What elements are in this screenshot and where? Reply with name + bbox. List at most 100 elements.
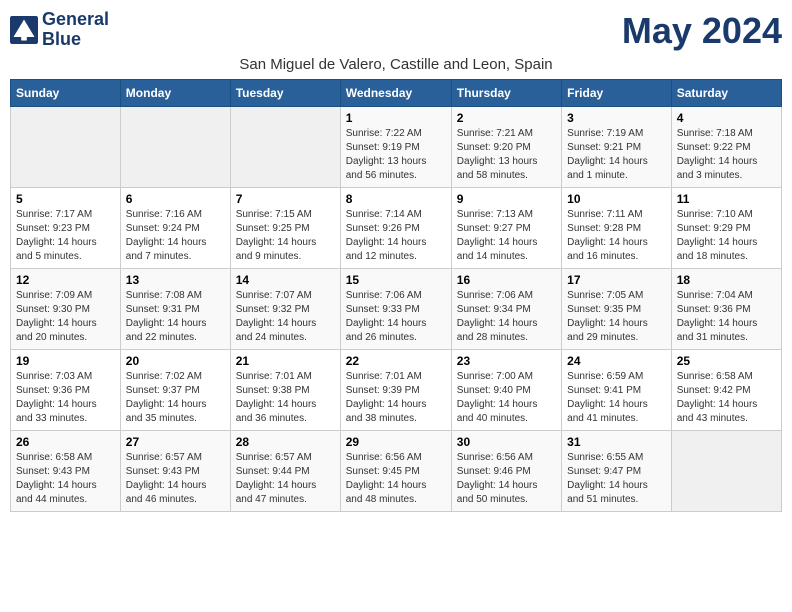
day-number: 27 (126, 435, 225, 449)
month-title: May 2024 (622, 10, 782, 52)
day-number: 25 (677, 354, 776, 368)
day-number: 4 (677, 111, 776, 125)
logo-text: General Blue (42, 10, 109, 50)
day-info: Sunrise: 7:09 AM Sunset: 9:30 PM Dayligh… (16, 289, 115, 345)
calendar-cell: 25 Sunrise: 6:58 AM Sunset: 9:42 PM Dayli… (671, 350, 781, 431)
day-number: 29 (346, 435, 446, 449)
calendar-cell: 11 Sunrise: 7:10 AM Sunset: 9:29 PM Dayli… (671, 188, 781, 269)
header-sunday: Sunday (11, 80, 121, 107)
calendar-cell: 23 Sunrise: 7:00 AM Sunset: 9:40 PM Dayli… (451, 350, 561, 431)
calendar-cell: 19 Sunrise: 7:03 AM Sunset: 9:36 PM Dayli… (11, 350, 121, 431)
day-info: Sunrise: 7:03 AM Sunset: 9:36 PM Dayligh… (16, 370, 115, 426)
day-number: 13 (126, 273, 225, 287)
day-info: Sunrise: 7:06 AM Sunset: 9:33 PM Dayligh… (346, 289, 446, 345)
day-number: 14 (236, 273, 335, 287)
calendar-cell: 17 Sunrise: 7:05 AM Sunset: 9:35 PM Dayli… (562, 269, 672, 350)
day-number: 30 (457, 435, 556, 449)
day-number: 7 (236, 192, 335, 206)
calendar-cell: 20 Sunrise: 7:02 AM Sunset: 9:37 PM Dayli… (120, 350, 230, 431)
day-number: 19 (16, 354, 115, 368)
day-number: 24 (567, 354, 666, 368)
calendar-week-row: 5 Sunrise: 7:17 AM Sunset: 9:23 PM Daylig… (11, 188, 782, 269)
calendar-cell: 28Sunrise: 6:57 AM Sunset: 9:44 PM Dayli… (230, 431, 340, 512)
day-number: 16 (457, 273, 556, 287)
day-number: 26 (16, 435, 115, 449)
calendar-week-row: 19 Sunrise: 7:03 AM Sunset: 9:36 PM Dayli… (11, 350, 782, 431)
calendar-cell: 7Sunrise: 7:15 AM Sunset: 9:25 PM Daylig… (230, 188, 340, 269)
day-info: Sunrise: 7:06 AM Sunset: 9:34 PM Dayligh… (457, 289, 556, 345)
day-info: Sunrise: 7:21 AM Sunset: 9:20 PM Dayligh… (457, 127, 556, 183)
day-number: 11 (677, 192, 776, 206)
day-info: Sunrise: 6:56 AM Sunset: 9:45 PM Dayligh… (346, 451, 446, 507)
day-info: Sunrise: 6:58 AM Sunset: 9:42 PM Dayligh… (677, 370, 776, 426)
day-number: 15 (346, 273, 446, 287)
calendar-cell: 30Sunrise: 6:56 AM Sunset: 9:46 PM Dayli… (451, 431, 561, 512)
day-number: 10 (567, 192, 666, 206)
calendar-cell (11, 107, 121, 188)
calendar-cell: 15 Sunrise: 7:06 AM Sunset: 9:33 PM Dayli… (340, 269, 451, 350)
day-number: 9 (457, 192, 556, 206)
day-info: Sunrise: 6:57 AM Sunset: 9:43 PM Dayligh… (126, 451, 225, 507)
day-number: 2 (457, 111, 556, 125)
day-info: Sunrise: 7:17 AM Sunset: 9:23 PM Dayligh… (16, 208, 115, 264)
day-number: 28 (236, 435, 335, 449)
day-info: Sunrise: 7:10 AM Sunset: 9:29 PM Dayligh… (677, 208, 776, 264)
calendar-cell: 1 Sunrise: 7:22 AM Sunset: 9:19 PM Daylig… (340, 107, 451, 188)
calendar-cell: 31 Sunrise: 6:55 AM Sunset: 9:47 PM Dayli… (562, 431, 672, 512)
day-info: Sunrise: 7:07 AM Sunset: 9:32 PM Dayligh… (236, 289, 335, 345)
header-monday: Monday (120, 80, 230, 107)
day-info: Sunrise: 7:19 AM Sunset: 9:21 PM Dayligh… (567, 127, 666, 183)
day-number: 8 (346, 192, 446, 206)
calendar-cell: 5 Sunrise: 7:17 AM Sunset: 9:23 PM Daylig… (11, 188, 121, 269)
day-number: 20 (126, 354, 225, 368)
calendar-cell: 10 Sunrise: 7:11 AM Sunset: 9:28 PM Dayli… (562, 188, 672, 269)
day-info: Sunrise: 7:13 AM Sunset: 9:27 PM Dayligh… (457, 208, 556, 264)
header-saturday: Saturday (671, 80, 781, 107)
header-tuesday: Tuesday (230, 80, 340, 107)
day-info: Sunrise: 7:01 AM Sunset: 9:38 PM Dayligh… (236, 370, 335, 426)
calendar-cell: 24 Sunrise: 6:59 AM Sunset: 9:41 PM Dayli… (562, 350, 672, 431)
calendar-cell: 22Sunrise: 7:01 AM Sunset: 9:39 PM Dayli… (340, 350, 451, 431)
calendar-cell (230, 107, 340, 188)
day-info: Sunrise: 6:55 AM Sunset: 9:47 PM Dayligh… (567, 451, 666, 507)
calendar-cell: 26 Sunrise: 6:58 AM Sunset: 9:43 PM Dayli… (11, 431, 121, 512)
day-info: Sunrise: 7:11 AM Sunset: 9:28 PM Dayligh… (567, 208, 666, 264)
day-info: Sunrise: 7:00 AM Sunset: 9:40 PM Dayligh… (457, 370, 556, 426)
calendar-cell: 14 Sunrise: 7:07 AM Sunset: 9:32 PM Dayli… (230, 269, 340, 350)
calendar-cell: 9 Sunrise: 7:13 AM Sunset: 9:27 PM Daylig… (451, 188, 561, 269)
calendar-cell: 2 Sunrise: 7:21 AM Sunset: 9:20 PM Daylig… (451, 107, 561, 188)
calendar-cell: 13 Sunrise: 7:08 AM Sunset: 9:31 PM Dayli… (120, 269, 230, 350)
day-number: 31 (567, 435, 666, 449)
calendar-cell: 4 Sunrise: 7:18 AM Sunset: 9:22 PM Daylig… (671, 107, 781, 188)
calendar-table: SundayMondayTuesdayWednesdayThursdayFrid… (10, 79, 782, 512)
calendar-cell: 3Sunrise: 7:19 AM Sunset: 9:21 PM Daylig… (562, 107, 672, 188)
header-friday: Friday (562, 80, 672, 107)
calendar-cell (671, 431, 781, 512)
day-info: Sunrise: 6:58 AM Sunset: 9:43 PM Dayligh… (16, 451, 115, 507)
day-number: 18 (677, 273, 776, 287)
day-info: Sunrise: 7:22 AM Sunset: 9:19 PM Dayligh… (346, 127, 446, 183)
day-info: Sunrise: 6:59 AM Sunset: 9:41 PM Dayligh… (567, 370, 666, 426)
logo-icon (10, 16, 38, 44)
day-info: Sunrise: 7:14 AM Sunset: 9:26 PM Dayligh… (346, 208, 446, 264)
day-info: Sunrise: 7:16 AM Sunset: 9:24 PM Dayligh… (126, 208, 225, 264)
header-thursday: Thursday (451, 80, 561, 107)
calendar-cell: 27 Sunrise: 6:57 AM Sunset: 9:43 PM Dayli… (120, 431, 230, 512)
calendar-header-row: SundayMondayTuesdayWednesdayThursdayFrid… (11, 80, 782, 107)
calendar-cell: 6Sunrise: 7:16 AM Sunset: 9:24 PM Daylig… (120, 188, 230, 269)
logo: General Blue (10, 10, 109, 50)
day-number: 1 (346, 111, 446, 125)
day-info: Sunrise: 7:08 AM Sunset: 9:31 PM Dayligh… (126, 289, 225, 345)
day-info: Sunrise: 7:18 AM Sunset: 9:22 PM Dayligh… (677, 127, 776, 183)
day-info: Sunrise: 7:01 AM Sunset: 9:39 PM Dayligh… (346, 370, 446, 426)
calendar-cell: 29 Sunrise: 6:56 AM Sunset: 9:45 PM Dayli… (340, 431, 451, 512)
calendar-cell (120, 107, 230, 188)
day-info: Sunrise: 7:02 AM Sunset: 9:37 PM Dayligh… (126, 370, 225, 426)
day-number: 12 (16, 273, 115, 287)
location-title: San Miguel de Valero, Castille and Leon,… (10, 56, 782, 73)
day-number: 5 (16, 192, 115, 206)
day-info: Sunrise: 7:05 AM Sunset: 9:35 PM Dayligh… (567, 289, 666, 345)
calendar-week-row: 1 Sunrise: 7:22 AM Sunset: 9:19 PM Daylig… (11, 107, 782, 188)
day-number: 17 (567, 273, 666, 287)
day-number: 23 (457, 354, 556, 368)
